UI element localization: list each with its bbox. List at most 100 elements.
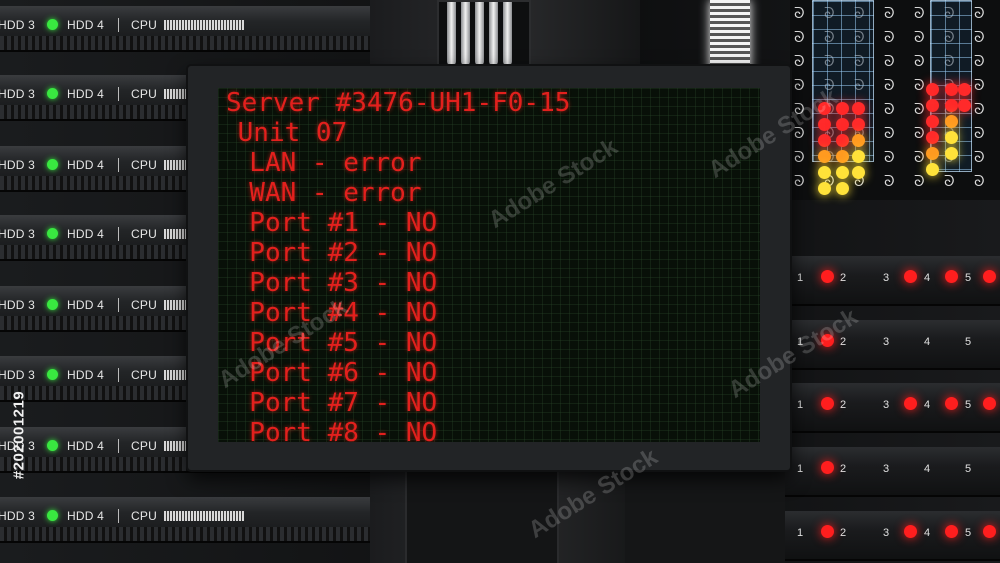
cable-hook-icon: ᘐ (974, 76, 985, 94)
cpu-load-bar (164, 20, 244, 30)
port-number: 3 (883, 399, 890, 411)
cable-hook-icon: ᘐ (974, 4, 985, 22)
cable-hook-icon: ᘐ (914, 100, 925, 118)
port-status-led (983, 270, 996, 283)
cable-hook-icon: ᘐ (974, 28, 985, 46)
hdd4-label: HDD 4 (67, 87, 105, 101)
port-status-led (983, 397, 996, 410)
hdd3-label: HDD 3 (0, 227, 36, 241)
port-number: 5 (965, 336, 972, 348)
port-number: 3 (883, 336, 890, 348)
hdd4-status-led (47, 369, 58, 380)
port-number: 1 (797, 463, 804, 475)
cpu-load-bar (164, 229, 186, 239)
cpu-load-bar (164, 511, 244, 521)
port-status-led (821, 270, 834, 283)
port-number: 2 (840, 527, 847, 539)
hdd4-status-led (47, 19, 58, 30)
status-light (945, 147, 958, 160)
cable-hook-icon: ᘐ (914, 52, 925, 70)
port-number: 4 (924, 463, 931, 475)
status-light (836, 182, 849, 195)
cpu-load-bar (164, 441, 186, 451)
hdd4-label: HDD 4 (67, 368, 105, 382)
cpu-label: CPU (131, 298, 157, 312)
cable-hook-icon: ᘐ (794, 148, 805, 166)
status-light (836, 134, 849, 147)
cable-hook-icon: ᘐ (914, 148, 925, 166)
port-number: 3 (883, 463, 890, 475)
stock-id: #202001219 (4, 320, 34, 550)
server-room-scene: HDD 3 HDD 4 CPU HDD 3 HDD 4 CPU HDD 3 HDD 4 CPU H… (0, 0, 1000, 563)
status-light (945, 83, 958, 96)
port-status-led (945, 270, 958, 283)
port-status-led (904, 270, 917, 283)
cpu-label: CPU (131, 87, 157, 101)
cpu-load-bar (164, 300, 186, 310)
port-status-led (904, 397, 917, 410)
hdd3-label: HDD 3 (0, 87, 36, 101)
port-1-line: Port #1 - NO (218, 208, 438, 238)
divider (118, 227, 119, 241)
port-number: 2 (840, 463, 847, 475)
status-light (836, 118, 849, 131)
port-status-led (945, 397, 958, 410)
status-light (945, 131, 958, 144)
status-light (836, 166, 849, 179)
hdd3-label: HDD 3 (0, 18, 36, 32)
port-number: 2 (840, 272, 847, 284)
server-id-line: Server #3476-UH1-F0-15 (226, 88, 571, 118)
port-number: 1 (797, 527, 804, 539)
port-number: 5 (965, 399, 972, 411)
status-light (926, 147, 939, 160)
status-light (926, 163, 939, 176)
vent-grill (0, 36, 370, 50)
status-light (945, 99, 958, 112)
cable-hook-icon: ᘐ (914, 76, 925, 94)
wan-status-line: WAN - error (218, 178, 422, 208)
divider (118, 439, 119, 453)
cable-hook-icon: ᘐ (794, 4, 805, 22)
hdd4-status-led (47, 228, 58, 239)
stock-id-text: #202001219 (10, 390, 28, 480)
port-status-led (983, 525, 996, 538)
cable-hook-icon: ᘐ (974, 172, 985, 190)
port-3-line: Port #3 - NO (218, 268, 438, 298)
port-number: 4 (924, 527, 931, 539)
hdd4-status-led (47, 440, 58, 451)
cable-bundle (437, 0, 531, 74)
port-number: 4 (924, 336, 931, 348)
cable-hook-icon: ᘐ (944, 172, 955, 190)
hdd3-label: HDD 3 (0, 298, 36, 312)
port-7-line: Port #7 - NO (218, 388, 438, 418)
hdd4-status-led (47, 159, 58, 170)
port-number: 5 (965, 527, 972, 539)
status-light (852, 102, 865, 115)
divider (118, 87, 119, 101)
status-light (926, 83, 939, 96)
cable-hook-icon: ᘐ (914, 4, 925, 22)
status-light (926, 99, 939, 112)
hdd4-label: HDD 4 (67, 18, 105, 32)
status-light (852, 150, 865, 163)
port-status-led (904, 525, 917, 538)
status-light (836, 150, 849, 163)
cpu-label: CPU (131, 227, 157, 241)
lan-status-line: LAN - error (218, 148, 422, 178)
cable-hook-icon: ᘐ (884, 4, 895, 22)
cpu-label: CPU (131, 18, 157, 32)
port-number: 3 (883, 272, 890, 284)
status-light (852, 166, 865, 179)
divider (118, 368, 119, 382)
port-number: 4 (924, 272, 931, 284)
hdd4-label: HDD 4 (67, 158, 105, 172)
port-number: 2 (840, 399, 847, 411)
hdd4-status-led (47, 299, 58, 310)
hdd4-label: HDD 4 (67, 439, 105, 453)
cable-hook-icon: ᘐ (884, 28, 895, 46)
port-status-led (821, 525, 834, 538)
divider (118, 298, 119, 312)
cable-hook-icon: ᘐ (794, 28, 805, 46)
vent-grill (0, 527, 370, 541)
lit-vent (710, 0, 750, 74)
